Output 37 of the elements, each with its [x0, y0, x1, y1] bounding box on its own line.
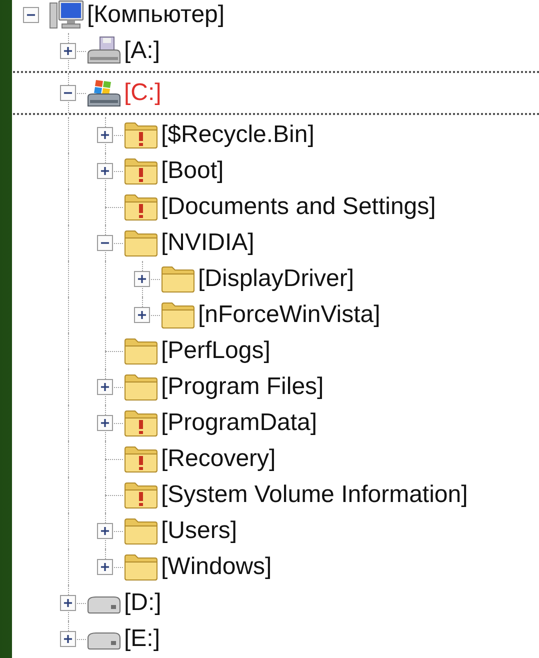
- tree-item[interactable]: [ProgramData]: [161, 410, 318, 436]
- expand-icon[interactable]: [60, 631, 76, 647]
- computer-icon: [49, 0, 85, 30]
- tree-item[interactable]: [DisplayDriver]: [198, 266, 354, 292]
- tree-item[interactable]: [Program Files]: [161, 374, 324, 400]
- tree-item[interactable]: [Boot]: [161, 158, 224, 184]
- collapse-icon[interactable]: [23, 7, 39, 23]
- windows-drive-icon: [86, 78, 122, 108]
- tree-item[interactable]: [Documents and Settings]: [161, 194, 436, 220]
- expand-icon[interactable]: [97, 379, 113, 395]
- expand-icon[interactable]: [97, 415, 113, 431]
- tree-item[interactable]: [Windows]: [161, 554, 272, 580]
- expand-icon[interactable]: [60, 43, 76, 59]
- expand-icon[interactable]: [134, 271, 150, 287]
- tree-item[interactable]: [Компьютер]: [87, 2, 225, 28]
- drive-icon: [87, 632, 121, 650]
- expand-icon[interactable]: [134, 307, 150, 323]
- expand-icon[interactable]: [97, 163, 113, 179]
- expand-icon[interactable]: [97, 523, 113, 539]
- tree-item[interactable]: [System Volume Information]: [161, 482, 468, 508]
- tree-item[interactable]: [D:]: [124, 590, 162, 616]
- expand-icon[interactable]: [97, 127, 113, 143]
- tree-item[interactable]: [E:]: [124, 626, 160, 652]
- drive-icon: [87, 596, 121, 614]
- tree-item[interactable]: [Recovery]: [161, 446, 276, 472]
- tree-item[interactable]: [NVIDIA]: [161, 230, 254, 256]
- tree-item[interactable]: [$Recycle.Bin]: [161, 122, 314, 148]
- tree-item[interactable]: [nForceWinVista]: [198, 302, 380, 328]
- collapse-icon[interactable]: [97, 235, 113, 251]
- tree-item[interactable]: [C:]: [124, 80, 162, 106]
- expand-icon[interactable]: [97, 559, 113, 575]
- collapse-icon[interactable]: [60, 85, 76, 101]
- tree-item[interactable]: [A:]: [124, 38, 160, 64]
- tree-item[interactable]: [PerfLogs]: [161, 338, 270, 364]
- tree-item[interactable]: [Users]: [161, 518, 238, 544]
- expand-icon[interactable]: [60, 595, 76, 611]
- floppy-drive-icon: [86, 36, 122, 66]
